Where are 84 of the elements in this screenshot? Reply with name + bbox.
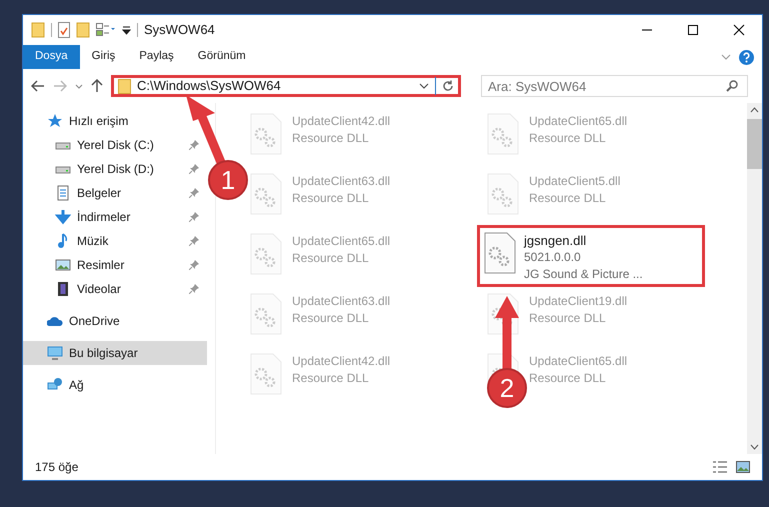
sidebar-item[interactable]: Resimler xyxy=(23,253,207,277)
file-name: UpdateClient63.dll xyxy=(292,293,390,310)
window-title: SysWOW64 xyxy=(144,21,215,40)
new-folder-icon[interactable] xyxy=(76,22,90,38)
back-arrow-icon[interactable] xyxy=(31,80,45,92)
pin-icon[interactable] xyxy=(189,212,199,222)
pin-icon[interactable] xyxy=(189,260,199,270)
sidebar-item[interactable]: Müzik xyxy=(23,229,207,253)
scroll-down-icon[interactable] xyxy=(750,444,759,450)
pin-icon[interactable] xyxy=(189,236,199,246)
address-bar[interactable]: C:\Windows\SysWOW64 xyxy=(111,75,461,97)
file-name: UpdateClient19.dll xyxy=(529,293,628,310)
file-detail: Resource DLL xyxy=(292,310,370,327)
sidebar-item[interactable]: İndirmeler xyxy=(23,205,207,229)
expand-ribbon-icon[interactable] xyxy=(721,54,731,60)
sidebar-item[interactable]: Ağ xyxy=(23,373,92,397)
file-detail: Resource DLL xyxy=(529,310,607,327)
file-name: UpdateClient42.dll xyxy=(292,113,390,130)
file-detail: Resource DLL xyxy=(292,130,370,147)
file-name: UpdateClient65.dll xyxy=(529,113,628,130)
properties-icon[interactable] xyxy=(58,22,70,38)
dll-file-icon xyxy=(250,113,282,155)
forward-arrow-icon[interactable] xyxy=(53,80,67,92)
dll-file-icon xyxy=(487,173,519,215)
file-name: UpdateClient65.dll xyxy=(292,233,390,250)
down-arrow-icon xyxy=(55,209,71,225)
folder-icon[interactable] xyxy=(31,22,45,38)
dropdown-caret-icon[interactable] xyxy=(419,83,429,89)
details-view-icon[interactable] xyxy=(712,461,728,473)
film-icon xyxy=(55,281,71,297)
file-name: UpdateClient5.dll xyxy=(529,173,620,190)
help-icon[interactable] xyxy=(739,50,754,64)
file-name: UpdateClient42.dll xyxy=(292,353,390,370)
customize-caret-icon[interactable] xyxy=(122,25,131,35)
ribbon-tab[interactable]: Giriş xyxy=(80,45,128,69)
dll-file-icon xyxy=(487,113,519,155)
sidebar-item[interactable]: OneDrive xyxy=(23,309,128,333)
file-name: UpdateClient63.dll xyxy=(292,173,390,190)
file-name: jgsngen.dll xyxy=(524,232,588,249)
scroll-thumb[interactable] xyxy=(747,119,762,169)
dll-file-icon xyxy=(484,232,516,274)
picture-icon xyxy=(55,257,71,273)
recent-caret-icon[interactable] xyxy=(75,84,83,88)
sidebar-item[interactable]: Yerel Disk (D:) xyxy=(23,157,207,181)
pin-icon[interactable] xyxy=(189,284,199,294)
scroll-up-icon[interactable] xyxy=(750,107,759,113)
dll-file-icon xyxy=(250,233,282,275)
large-icons-view-icon[interactable] xyxy=(736,461,750,473)
search-icon[interactable] xyxy=(726,80,738,92)
file-detail: 5021.0.0.0 xyxy=(524,249,582,266)
pin-icon[interactable] xyxy=(189,164,199,174)
file-detail: Resource DLL xyxy=(529,130,607,147)
view-icon[interactable] xyxy=(96,23,116,37)
file-detail: JG Sound & Picture ... xyxy=(524,266,643,283)
pin-icon[interactable] xyxy=(189,140,199,150)
star-icon xyxy=(47,113,63,129)
folder-icon xyxy=(118,78,131,94)
search-field[interactable]: Ara: SysWOW64 xyxy=(481,75,748,97)
sidebar-item[interactable]: Videolar xyxy=(23,277,207,301)
monitor-icon xyxy=(47,345,63,361)
sidebar-item[interactable]: Belgeler xyxy=(23,181,207,205)
item-count: 175 öğe xyxy=(35,459,78,476)
ribbon-tab[interactable]: Paylaş xyxy=(127,45,186,69)
scrollbar[interactable] xyxy=(747,103,762,454)
sidebar-item[interactable]: Bu bilgisayar xyxy=(23,341,207,365)
address-path: C:\Windows\SysWOW64 xyxy=(137,77,282,96)
file-detail: Resource DLL xyxy=(529,190,607,207)
ribbon-tab[interactable]: Dosya xyxy=(23,45,80,69)
dll-file-icon xyxy=(250,353,282,395)
pin-icon[interactable] xyxy=(189,188,199,198)
document-icon xyxy=(55,185,71,201)
dll-file-icon xyxy=(250,293,282,335)
file-detail: Resource DLL xyxy=(529,370,607,387)
file-detail: Resource DLL xyxy=(292,190,370,207)
sidebar-item[interactable]: Hızlı erişim xyxy=(23,109,136,133)
dll-file-icon xyxy=(250,173,282,215)
file-name: UpdateClient65.dll xyxy=(529,353,628,370)
sidebar-item[interactable]: Yerel Disk (C:) xyxy=(23,133,207,157)
ribbon-tab[interactable]: Görünüm xyxy=(186,45,258,69)
refresh-icon[interactable] xyxy=(442,80,454,92)
up-arrow-icon[interactable] xyxy=(91,79,103,93)
file-item[interactable]: jgsngen.dll 5021.0.0.0 JG Sound & Picture ... xyxy=(477,225,705,287)
file-detail: Resource DLL xyxy=(292,370,370,387)
file-detail: Resource DLL xyxy=(292,250,370,267)
